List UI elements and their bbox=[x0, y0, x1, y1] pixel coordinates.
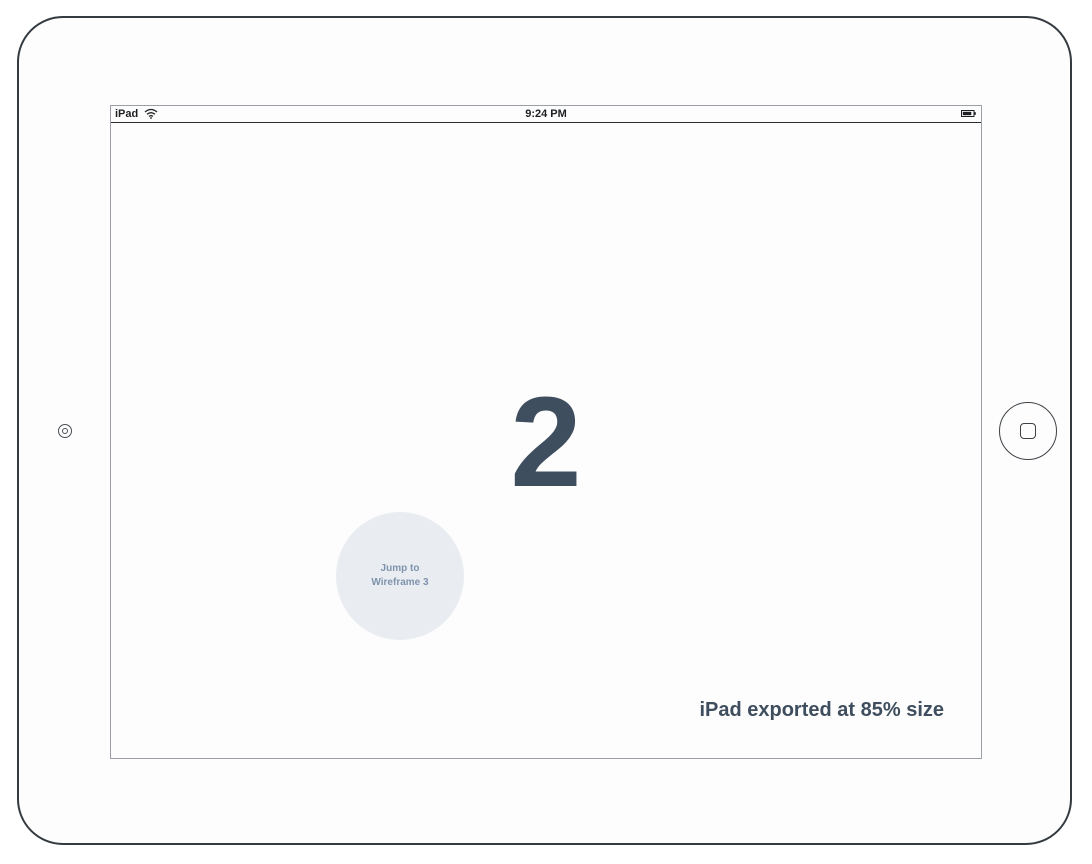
status-bar: iPad 9:24 PM bbox=[111, 106, 981, 123]
jump-button-label-line1: Jump to bbox=[380, 563, 420, 574]
jump-button-label-line2: Wireframe 3 bbox=[371, 577, 429, 588]
home-button[interactable] bbox=[999, 402, 1057, 460]
wireframe-number: 2 bbox=[510, 371, 582, 514]
camera-icon bbox=[58, 424, 72, 438]
home-square-icon bbox=[1019, 422, 1036, 439]
jump-to-wireframe-button[interactable]: Jump to Wireframe 3 bbox=[336, 512, 464, 640]
status-time: 9:24 PM bbox=[525, 108, 567, 120]
battery-icon bbox=[961, 110, 976, 117]
export-note: iPad exported at 85% size bbox=[699, 699, 944, 721]
ipad-screen: iPad 9:24 PM 2 Jump to Wireframe 3 iPad … bbox=[110, 105, 982, 759]
